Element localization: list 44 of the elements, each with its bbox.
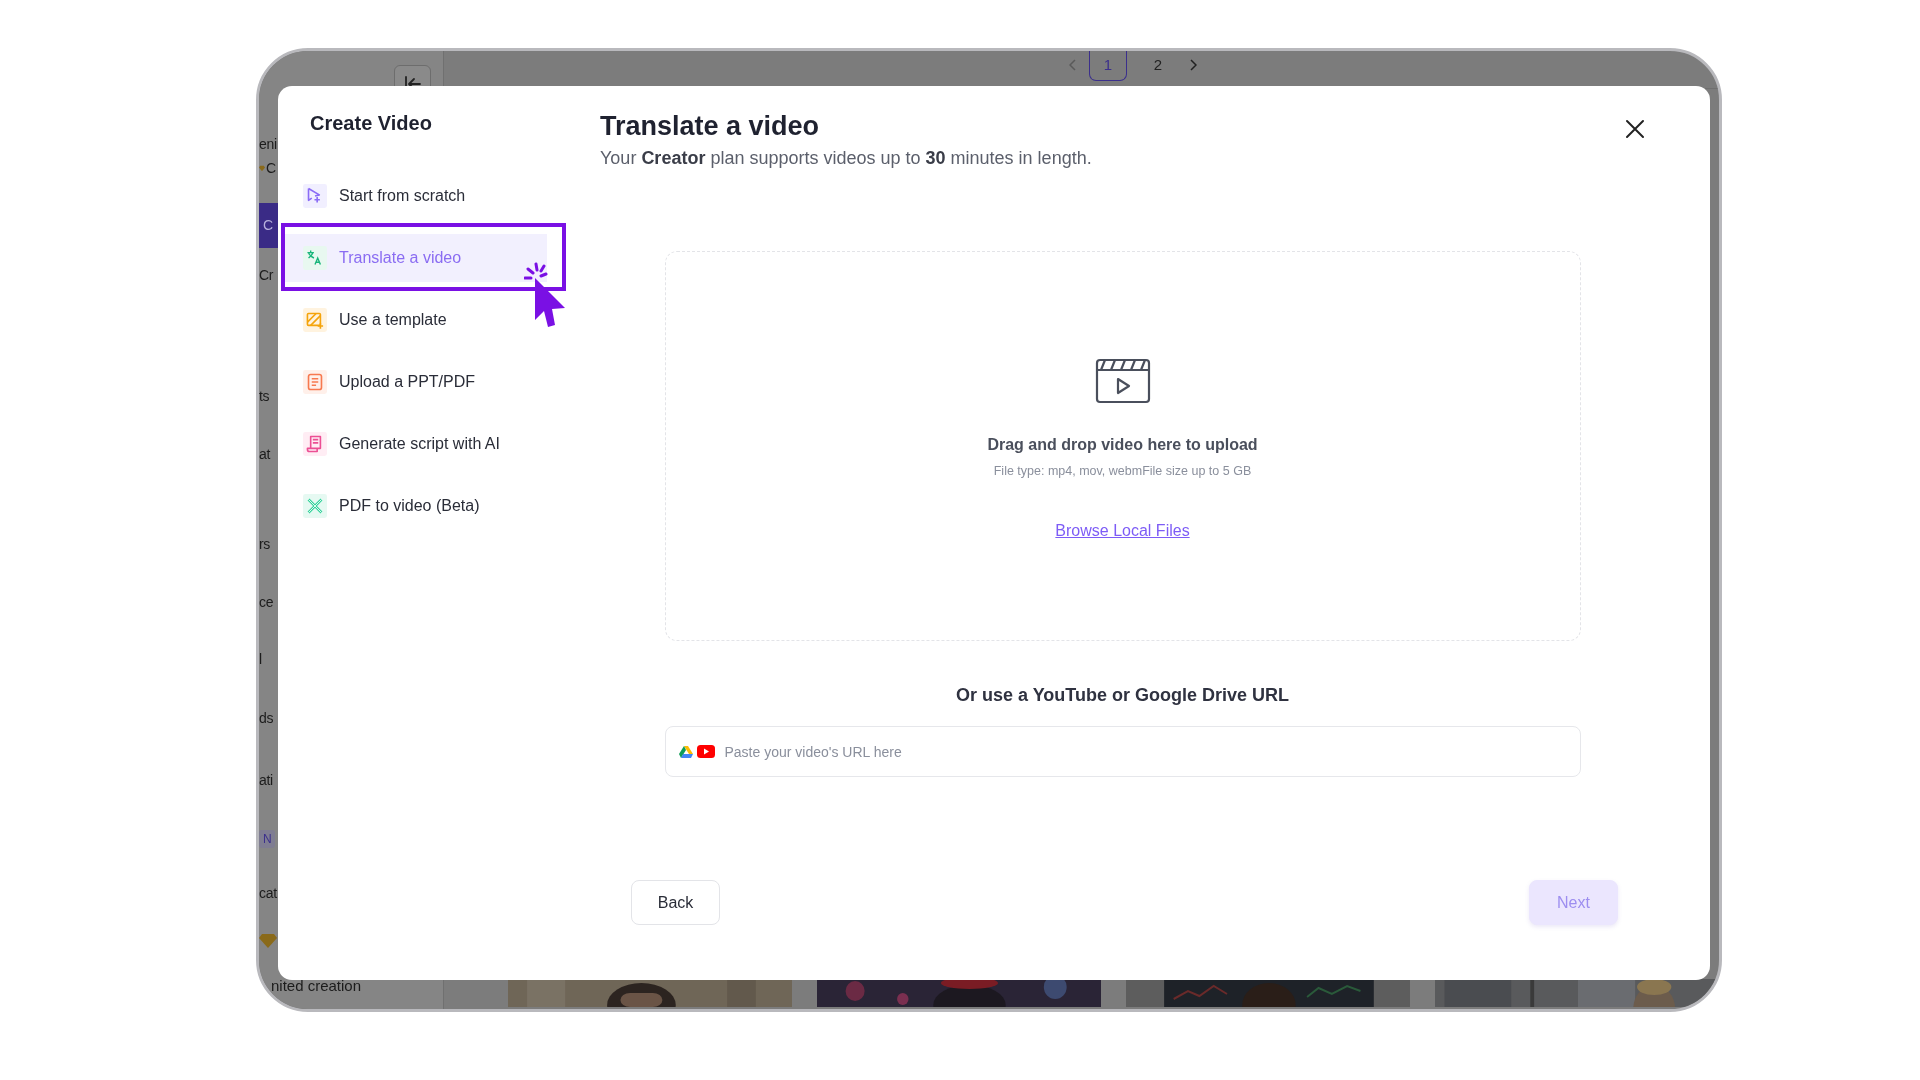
tools-icon [303, 494, 327, 518]
menu-item[interactable]: Start from scratch [282, 172, 547, 220]
diamond-icon [259, 164, 265, 172]
dialog-title: Create Video [310, 112, 433, 135]
menu-item[interactable]: Use a template [282, 296, 547, 344]
file-requirements: File type: mp4, mov, webmFile size up to 5 GB [993, 464, 1252, 478]
script-icon [303, 432, 327, 456]
url-field[interactable]: Paste your video's URL here [664, 726, 1581, 777]
sidebar-text: l [259, 651, 262, 667]
click-cursor-icon [524, 262, 568, 328]
menu-item[interactable]: Generate script with AI [282, 420, 547, 468]
sidebar-text: at [259, 446, 271, 462]
sidebar-text: Cr [259, 267, 274, 283]
sidebar-text: nited creation [271, 976, 362, 994]
template-icon [303, 308, 327, 332]
back-button[interactable]: Back [631, 880, 720, 925]
drive-icon [678, 745, 693, 758]
sidebar-text: eni [259, 136, 277, 152]
sidebar-badge: N [259, 830, 276, 848]
document-icon [303, 370, 327, 394]
menu-item[interactable]: PDF to video (Beta) [282, 482, 547, 530]
upload-instruction: Drag and drop video here to upload [987, 436, 1258, 454]
translate-icon [303, 246, 327, 270]
sidebar-text: C [266, 160, 276, 176]
menu-item[interactable]: Upload a PPT/PDF [282, 358, 547, 406]
plan-description: Your Creator plan supports videos up to 30 minutes in length. [600, 148, 1092, 169]
sidebar-text: ati [259, 772, 273, 788]
sidebar-text: rs [259, 536, 271, 552]
browse-files-link[interactable]: Browse Local Files [1055, 522, 1190, 540]
sidebar-text: cat [259, 885, 277, 901]
chevron-right-icon[interactable] [1189, 59, 1197, 71]
youtube-icon [696, 745, 715, 758]
diamond-icon [259, 934, 277, 948]
url-section-title: Or use a YouTube or Google Drive URL [955, 685, 1290, 706]
url-input[interactable]: Paste your video's URL here [722, 742, 1580, 761]
video-clapper-icon [1094, 358, 1151, 404]
upload-dropzone[interactable]: Drag and drop video here to upload File type: mp4, mov, webmFile size up to 5 GB Browse Local Files [664, 251, 1581, 641]
page-button[interactable]: 2 [1139, 51, 1177, 81]
sidebar-text: ts [259, 388, 270, 404]
cursor-plus-icon [303, 184, 327, 208]
sidebar-text: ce [259, 594, 274, 610]
sidebar-text: ds [259, 710, 274, 726]
close-icon[interactable] [1625, 119, 1645, 139]
dialog-heading: Translate a video [600, 111, 821, 142]
